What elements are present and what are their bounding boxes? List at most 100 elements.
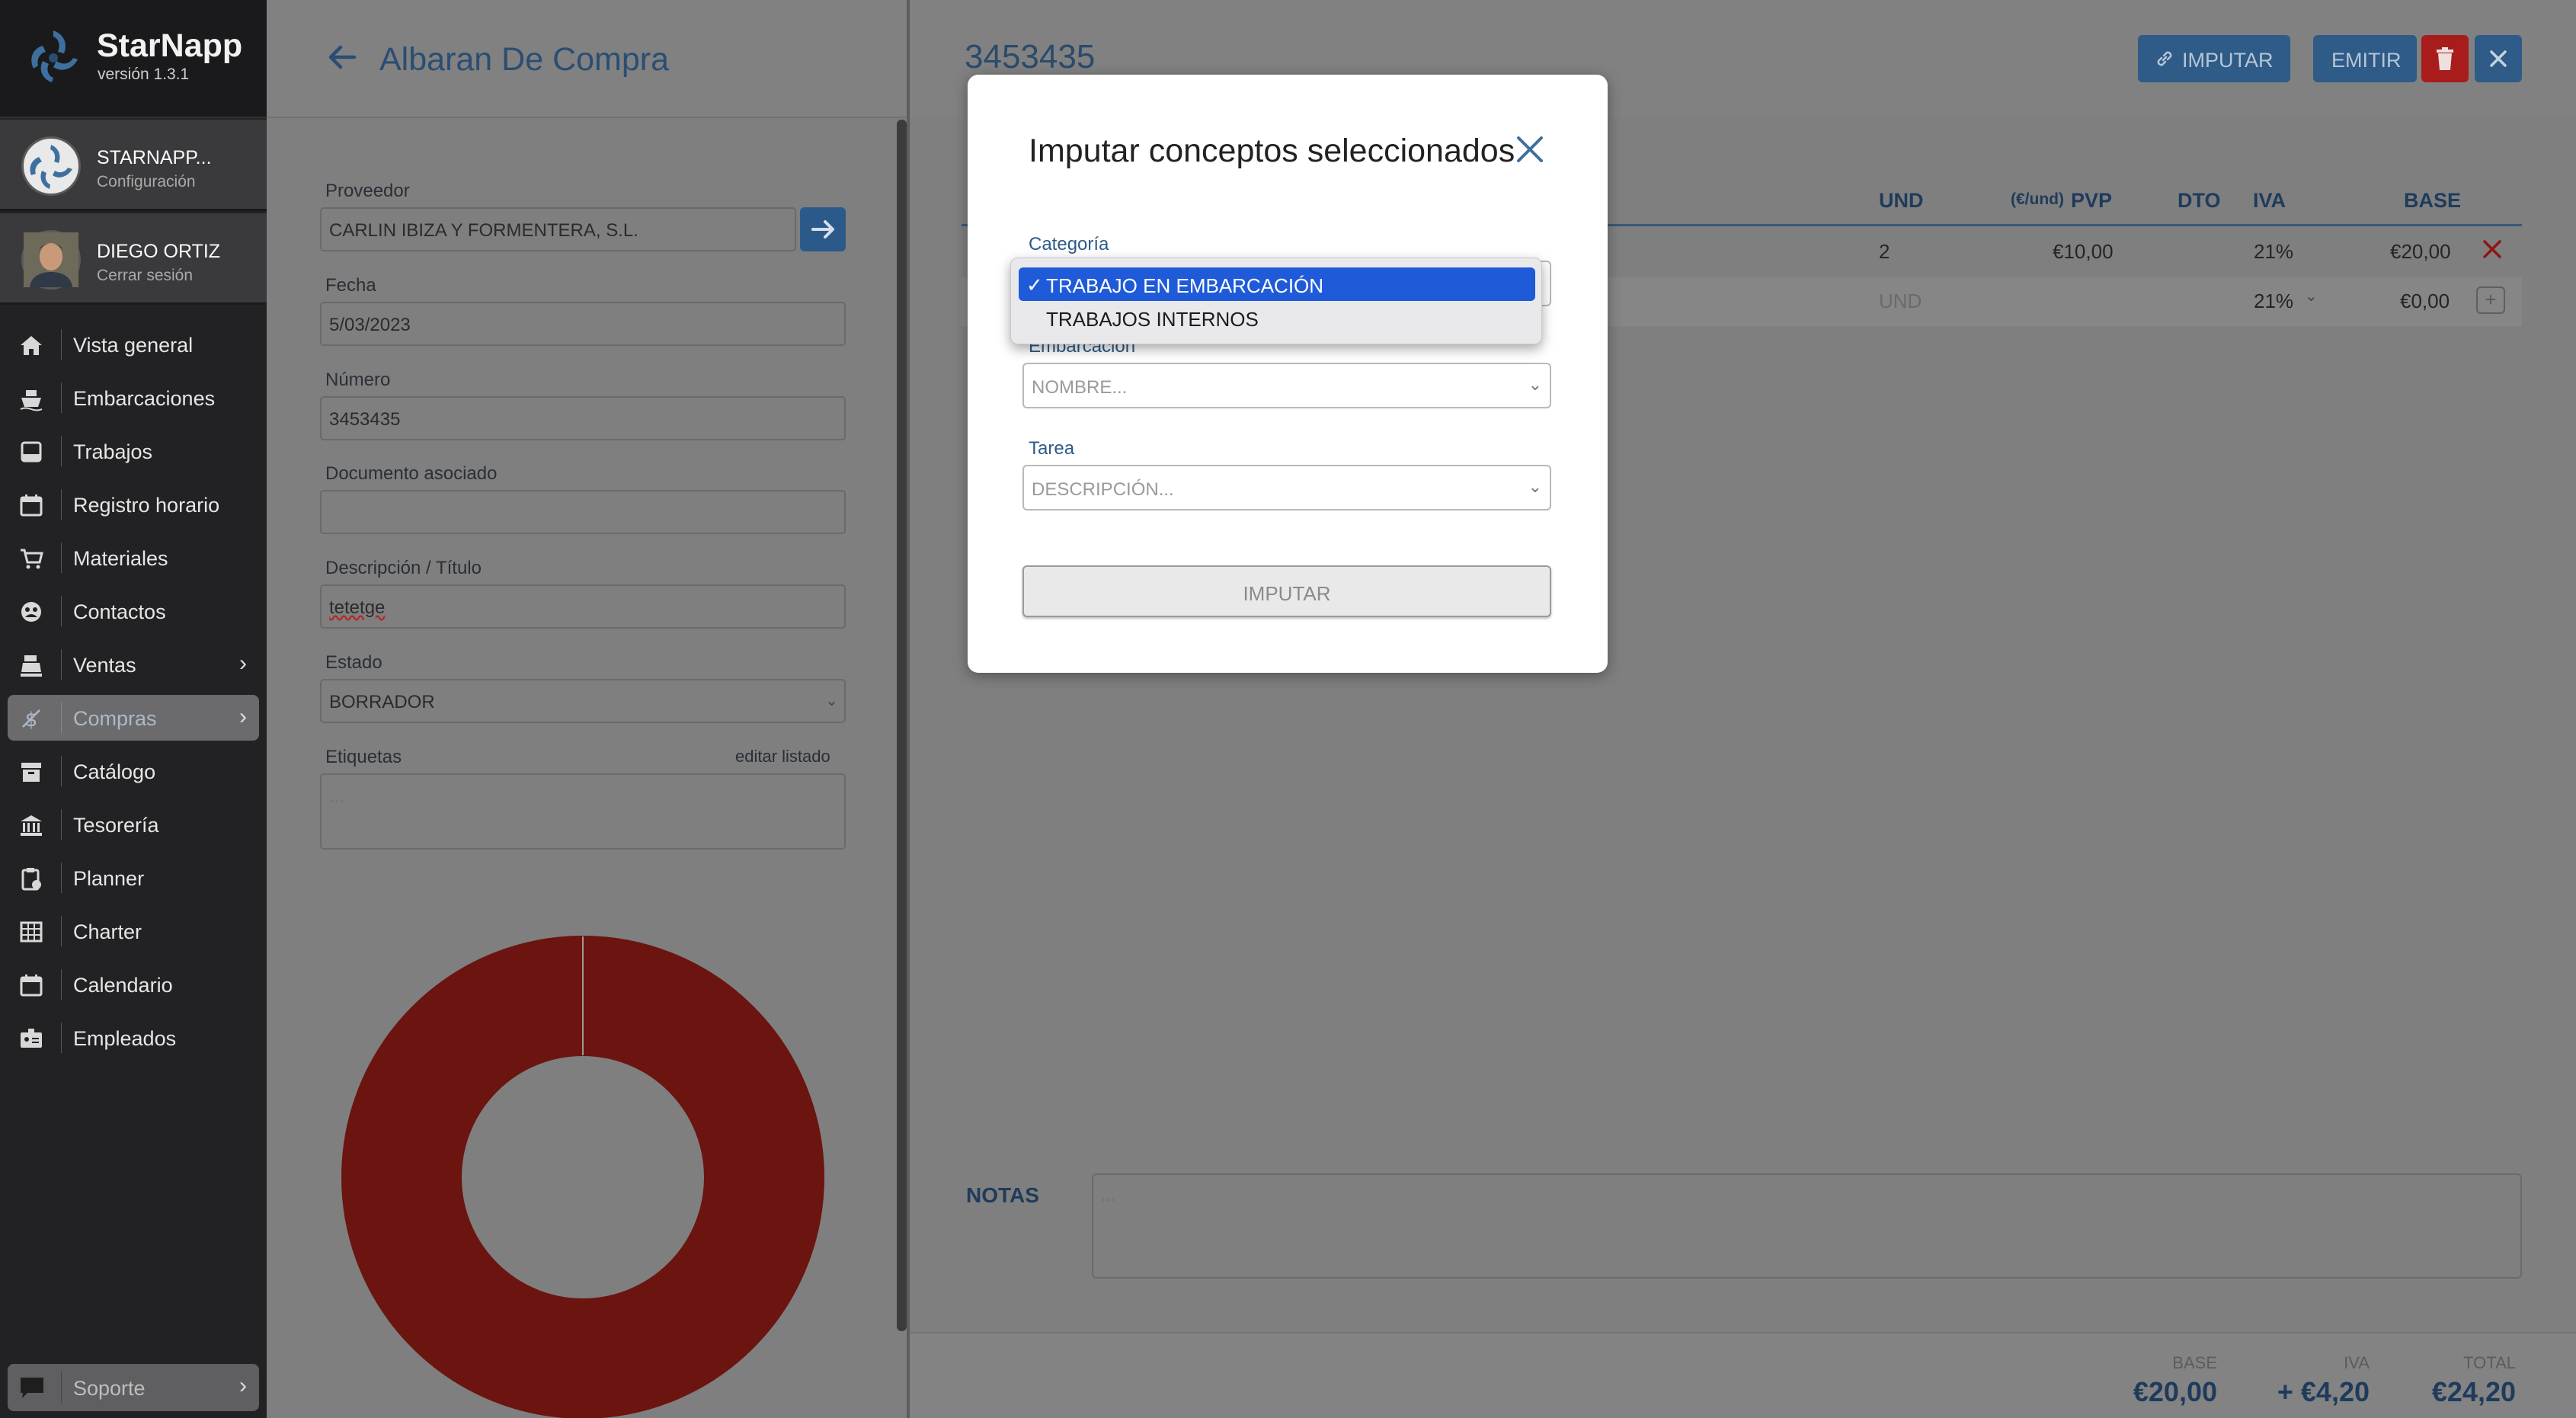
- app-name: StarNapp: [97, 27, 243, 64]
- donut-chart: [341, 936, 824, 1418]
- company-account[interactable]: STARNAPP... Configuración: [0, 120, 267, 211]
- sidebar-item-materiales[interactable]: Materiales: [8, 535, 259, 581]
- col-header-dto: DTO: [2178, 189, 2221, 212]
- contacts-icon: [21, 602, 41, 622]
- form-scrollbar[interactable]: [897, 120, 907, 1331]
- sidebar-item-empleados[interactable]: Empleados: [8, 1015, 259, 1061]
- etiquetas-field[interactable]: ...: [320, 773, 846, 850]
- sidebar-item-catalogo[interactable]: Catálogo: [8, 748, 259, 794]
- categoria-dropdown-list: ✓ TRABAJO EN EMBARCACIÓN TRABAJOS INTERN…: [1010, 258, 1542, 344]
- emitir-button[interactable]: EMITIR: [2313, 35, 2417, 82]
- calendar-icon: [20, 495, 43, 517]
- delete-row-icon[interactable]: [2481, 238, 2504, 261]
- tarea-label: Tarea: [1029, 438, 1075, 459]
- badge-icon: [21, 1029, 42, 1048]
- sidebar-item-calendario[interactable]: Calendario: [8, 962, 259, 1007]
- inbox-icon: [21, 441, 42, 463]
- sidebar-item-label: Registro horario: [73, 494, 220, 517]
- categoria-label: Categoría: [1029, 234, 1109, 254]
- back-arrow-icon[interactable]: [324, 38, 362, 76]
- close-icon[interactable]: [1513, 133, 1547, 166]
- estado-select[interactable]: BORRADOR ⌄: [320, 679, 846, 723]
- sidebar-item-label: Vista general: [73, 334, 194, 357]
- sidebar-item-ventas[interactable]: Ventas ›: [8, 642, 259, 687]
- user-photo-icon: [24, 232, 78, 287]
- numero-field[interactable]: 3453435: [320, 396, 846, 440]
- documento-asociado-field[interactable]: [320, 490, 846, 534]
- estado-label: Estado: [325, 652, 382, 673]
- modal-title: Imputar conceptos seleccionados: [1029, 133, 1515, 169]
- chevron-down-icon: ⌄: [2305, 288, 2318, 305]
- imputar-submit-button[interactable]: IMPUTAR: [1022, 565, 1551, 617]
- add-line-button[interactable]: +: [2476, 286, 2505, 314]
- embarcacion-select[interactable]: NOMBRE... ⌄: [1022, 363, 1551, 408]
- documento-asociado-label: Documento asociado: [325, 463, 498, 484]
- user-avatar: [21, 230, 81, 290]
- document-number: 3453435: [965, 38, 1096, 75]
- sidebar-item-charter[interactable]: Charter: [8, 908, 259, 954]
- sidebar-item-label: Calendario: [73, 974, 173, 997]
- user-name: DIEGO ORTIZ: [97, 241, 221, 262]
- bank-icon: [21, 815, 42, 836]
- row1-pvp: €10,00: [2053, 240, 2114, 263]
- editar-listado-link[interactable]: editar listado: [735, 747, 830, 767]
- row2-iva-select[interactable]: 21%: [2254, 290, 2293, 313]
- sidebar-item-label: Planner: [73, 867, 145, 890]
- sidebar-item-label: Trabajos: [73, 440, 153, 463]
- svg-text:$: $: [25, 709, 38, 731]
- dropdown-option-trabajo-embarcacion[interactable]: ✓ TRABAJO EN EMBARCACIÓN: [1019, 267, 1535, 301]
- brand[interactable]: StarNapp versión 1.3.1: [0, 0, 267, 118]
- sidebar-item-tesoreria[interactable]: Tesorería: [8, 802, 259, 847]
- descripcion-field[interactable]: tetetge: [320, 584, 846, 629]
- calendar-icon: [20, 975, 43, 997]
- delete-button[interactable]: [2421, 35, 2469, 82]
- dropdown-option-trabajos-internos[interactable]: TRABAJOS INTERNOS: [1019, 301, 1535, 334]
- sidebar-item-contactos[interactable]: Contactos: [8, 588, 259, 634]
- checkmark-icon: ✓: [1026, 274, 1043, 296]
- fecha-label: Fecha: [325, 275, 376, 296]
- arrow-right-icon: [811, 220, 834, 238]
- notas-textarea[interactable]: ...: [1092, 1173, 2522, 1279]
- company-name: STARNAPP...: [97, 147, 212, 168]
- dropdown-option-label: TRABAJO EN EMBARCACIÓN: [1046, 274, 1324, 297]
- proveedor-field[interactable]: CARLIN IBIZA Y FORMENTERA, S.L.: [320, 207, 796, 251]
- chevron-right-icon: ›: [239, 1373, 247, 1398]
- total-value: €24,20: [2431, 1376, 2516, 1407]
- col-header-und: UND: [1879, 189, 1924, 212]
- row1-und: 2: [1879, 240, 1890, 263]
- sidebar-item-registro-horario[interactable]: Registro horario: [8, 482, 259, 527]
- link-icon: [2157, 51, 2172, 66]
- support-button[interactable]: Soporte ›: [8, 1364, 259, 1411]
- sidebar: StarNapp versión 1.3.1 STARNAPP... Confi…: [0, 0, 267, 1418]
- sidebar-item-label: Charter: [73, 920, 142, 943]
- app-version: versión 1.3.1: [98, 66, 190, 83]
- sidebar-item-compras[interactable]: $ Compras ›: [8, 695, 259, 741]
- sidebar-item-trabajos[interactable]: Trabajos: [8, 428, 259, 474]
- total-base-label: BASE: [2172, 1353, 2217, 1372]
- sidebar-item-embarcaciones[interactable]: Embarcaciones: [8, 375, 259, 421]
- chevron-down-icon: ⌄: [1528, 375, 1542, 394]
- logout-link[interactable]: Cerrar sesión: [97, 267, 193, 285]
- close-document-button[interactable]: [2475, 35, 2522, 82]
- fecha-field[interactable]: 5/03/2023: [320, 302, 846, 346]
- total-iva-value: + €4,20: [2277, 1376, 2370, 1407]
- sidebar-item-planner[interactable]: Planner: [8, 855, 259, 901]
- tarea-select[interactable]: DESCRIPCIÓN... ⌄: [1022, 465, 1551, 511]
- imputar-button[interactable]: IMPUTAR: [2138, 35, 2290, 82]
- imputar-button-label: IMPUTAR: [2182, 49, 2274, 72]
- row2-und-input[interactable]: UND: [1879, 290, 1922, 313]
- user-account[interactable]: DIEGO ORTIZ Cerrar sesión: [0, 213, 267, 305]
- chevron-right-icon: ›: [239, 704, 247, 729]
- company-settings-link[interactable]: Configuración: [97, 173, 196, 191]
- clipboard-icon: [21, 868, 41, 891]
- support-label: Soporte: [73, 1377, 146, 1400]
- chevron-down-icon: ⌄: [825, 693, 838, 709]
- ship-icon: [20, 390, 43, 411]
- proveedor-go-button[interactable]: [800, 207, 846, 251]
- sidebar-item-vista-general[interactable]: Vista general: [8, 322, 259, 367]
- embarcacion-placeholder: NOMBRE...: [1032, 377, 1128, 398]
- total-label: TOTAL: [2463, 1353, 2516, 1372]
- starnapp-logo-icon: [31, 30, 78, 82]
- row1-iva: 21%: [2254, 240, 2294, 263]
- total-base-value: €20,00: [2133, 1376, 2217, 1407]
